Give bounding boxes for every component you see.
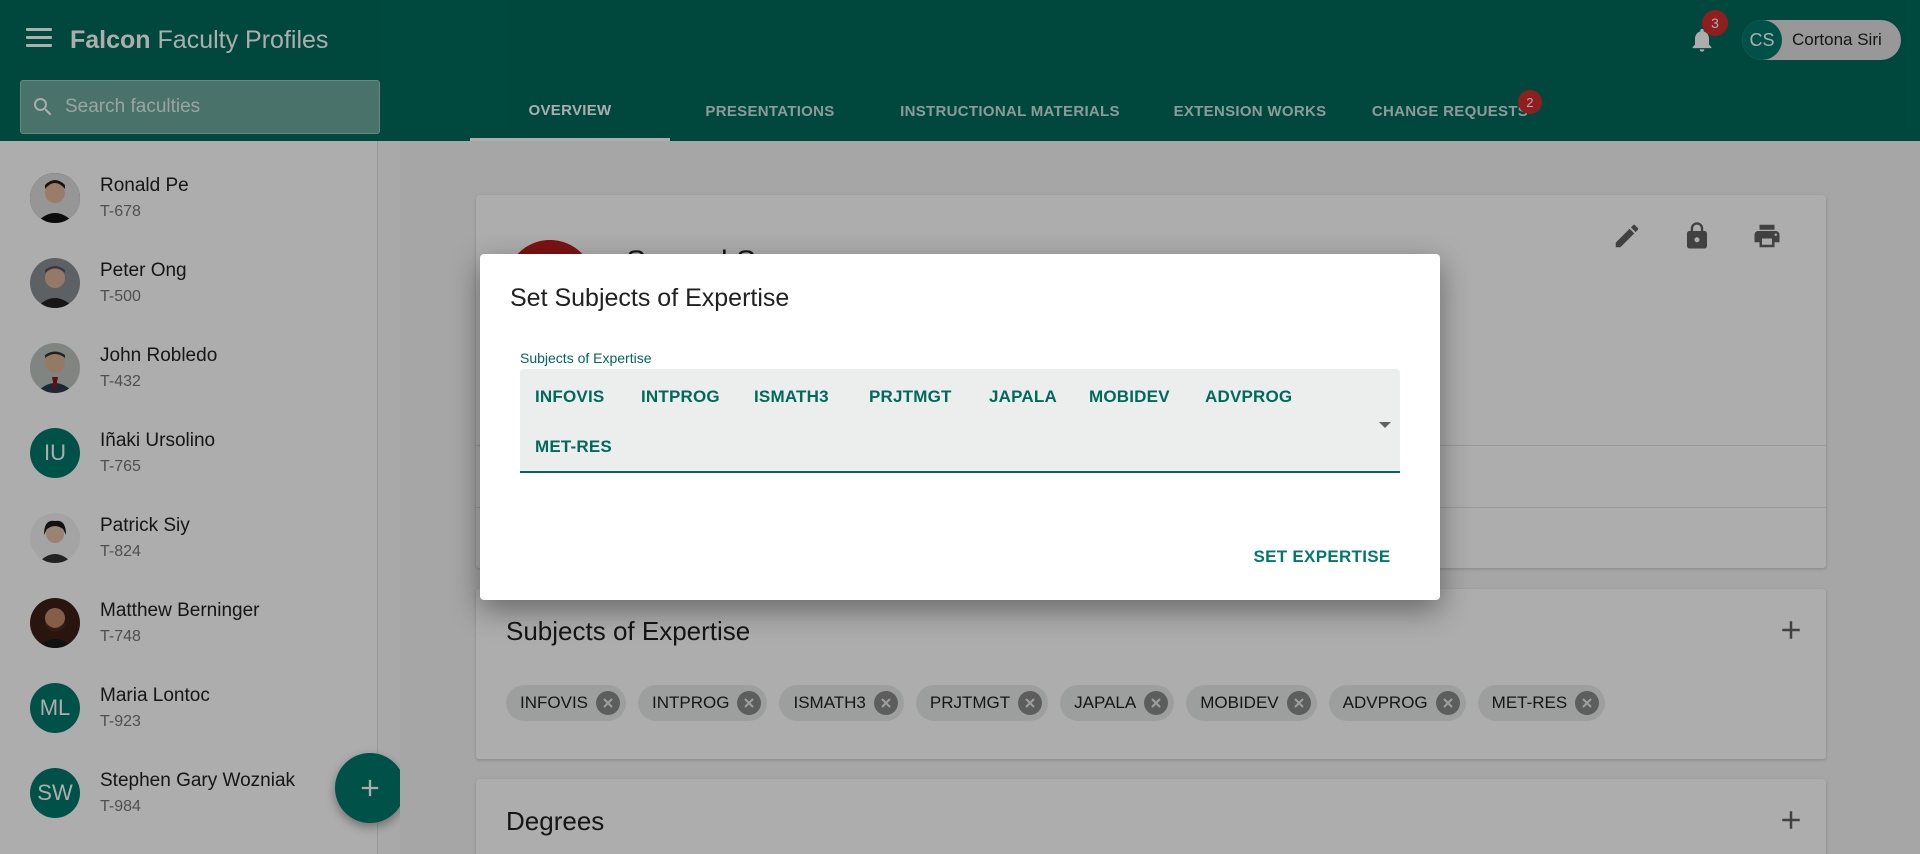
selected-subject: INTPROG [641,387,720,406]
selected-subject: MET-RES [535,437,612,456]
selected-subject: MOBIDEV [1089,387,1170,406]
dialog-title: Set Subjects of Expertise [510,284,790,312]
selected-subject: PRJTMGT [869,387,952,406]
selected-subject: JAPALA [989,387,1057,406]
set-expertise-button[interactable]: SET EXPERTISE [1247,541,1397,573]
selected-subject: ISMATH3 [754,387,829,406]
expertise-select[interactable]: INFOVIS INTPROG ISMATH3 PRJTMGT JAPALA M… [520,369,1400,473]
selected-subject: ADVPROG [1205,387,1293,406]
expertise-field-label: Subjects of Expertise [520,350,652,366]
dropdown-arrow-icon[interactable] [1379,422,1391,428]
selected-subject: INFOVIS [535,387,605,406]
